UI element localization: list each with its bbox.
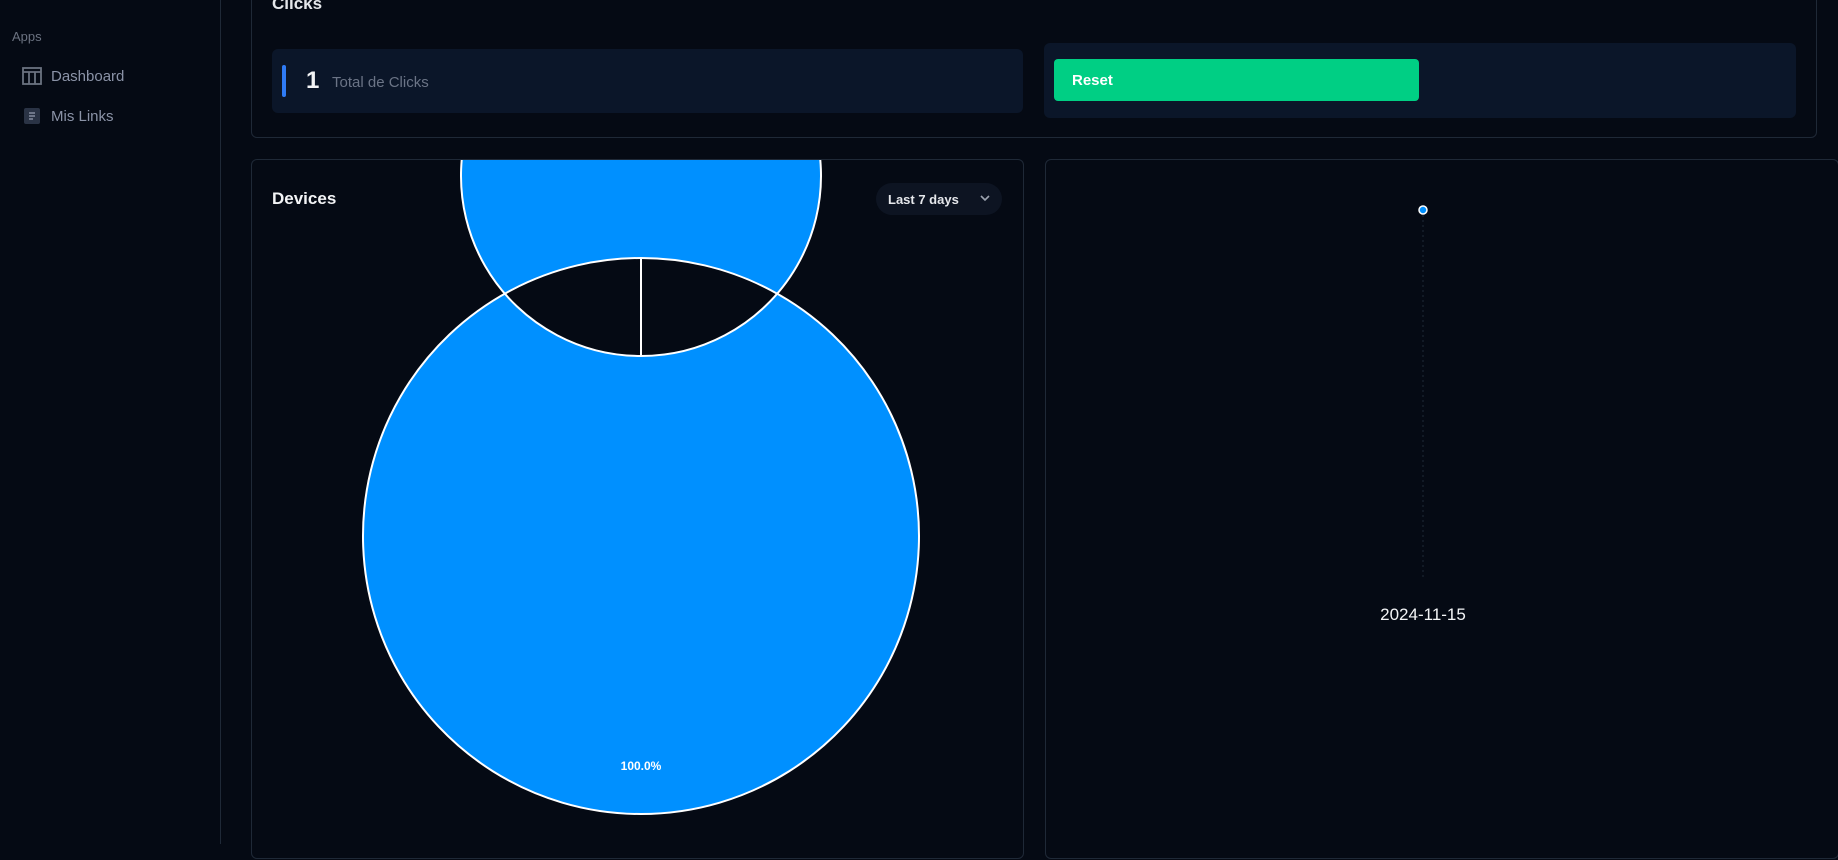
total-clicks-value: 1 — [306, 67, 319, 95]
sidebar-item-dashboard[interactable]: Dashboard — [22, 64, 202, 88]
document-icon — [22, 106, 42, 126]
reset-button[interactable]: Reset — [1054, 59, 1419, 101]
clicks-timeline-card: 2024-11-15 — [1045, 159, 1838, 859]
devices-card: Devices Last 7 days 100.0% — [251, 159, 1024, 859]
donut-data-label: 100.0% — [621, 759, 662, 773]
sidebar-item-label: Mis Links — [51, 108, 114, 125]
reset-panel: Reset — [1044, 43, 1796, 118]
sidebar-item-mis-links[interactable]: Mis Links — [22, 104, 202, 128]
x-tick-label: 2024-11-15 — [1380, 605, 1466, 624]
sidebar-section-title: Apps — [12, 29, 42, 44]
stat-accent-bar — [282, 65, 286, 97]
total-clicks-label: Total de Clicks — [332, 74, 429, 91]
devices-donut-chart: 100.0% — [252, 160, 1025, 860]
sidebar-item-label: Dashboard — [51, 68, 124, 85]
sidebar: Apps Dashboard Mis Links — [0, 0, 221, 844]
total-clicks-stat: 1 Total de Clicks — [272, 49, 1023, 113]
data-point — [1419, 206, 1427, 214]
clicks-title: Clicks — [272, 0, 322, 14]
kanban-icon — [22, 66, 42, 86]
main-content: Clicks 1 Total de Clicks Reset Devices L… — [221, 0, 1838, 844]
clicks-timeline-chart: 2024-11-15 — [1046, 160, 1838, 860]
clicks-card: Clicks 1 Total de Clicks Reset — [251, 0, 1817, 138]
